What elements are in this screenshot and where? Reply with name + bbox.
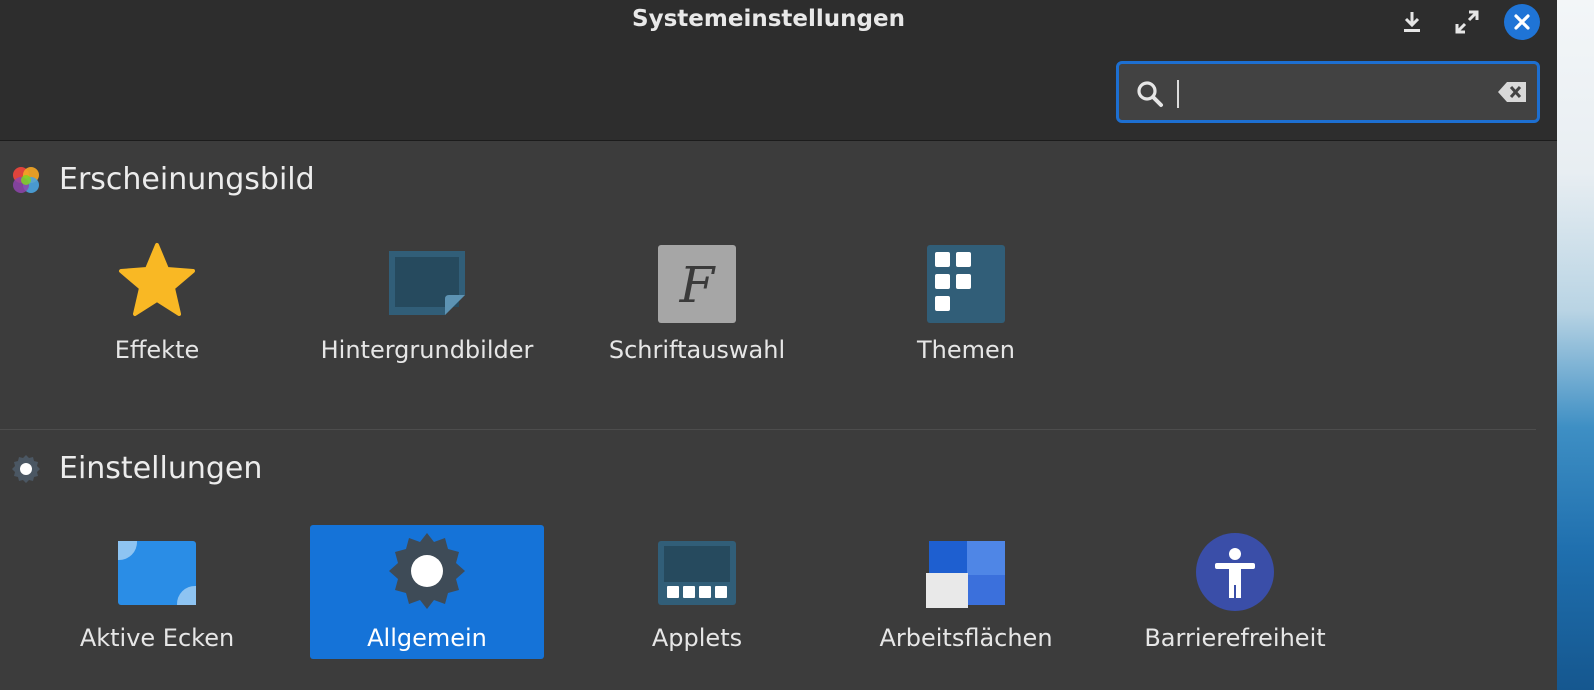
section-divider [0, 429, 1536, 430]
gear-icon [389, 533, 465, 609]
hot-corners-icon [118, 541, 196, 605]
accessibility-icon [1196, 533, 1274, 611]
item-label: Applets [651, 624, 743, 652]
item-label: Arbeitsflächen [879, 624, 1053, 652]
section-title-settings: Einstellungen [59, 451, 263, 486]
item-fonts[interactable]: F Schriftauswahl [580, 235, 814, 369]
item-label: Allgemein [367, 624, 487, 652]
clear-search-icon[interactable] [1497, 80, 1529, 104]
search-input[interactable] [1173, 76, 1473, 108]
settings-icon [12, 455, 40, 483]
item-applets[interactable]: Applets [580, 525, 814, 659]
wallpaper-icon [389, 251, 465, 315]
search-box[interactable] [1116, 61, 1540, 123]
item-hot-corners[interactable]: Aktive Ecken [40, 525, 274, 659]
close-icon [1514, 14, 1530, 30]
header-bar: Systemeinstellungen [0, 0, 1557, 141]
maximize-icon [1455, 10, 1479, 34]
item-label: Themen [917, 336, 1015, 364]
download-button[interactable] [1394, 4, 1430, 40]
item-accessibility[interactable]: Barrierefreiheit [1118, 525, 1352, 659]
themes-icon [927, 245, 1005, 323]
item-wallpapers[interactable]: Hintergrundbilder [310, 235, 544, 369]
settings-window: Systemeinstellungen Erscheinungsbild Eff… [0, 0, 1557, 690]
item-label: Aktive Ecken [79, 624, 235, 652]
download-icon [1404, 12, 1420, 32]
font-icon: F [658, 245, 736, 323]
applets-icon [658, 541, 736, 605]
item-label: Hintergrundbilder [320, 336, 534, 364]
item-general[interactable]: Allgemein [310, 525, 544, 659]
section-title-appearance: Erscheinungsbild [59, 162, 315, 197]
star-icon [119, 243, 195, 316]
appearance-icon [13, 167, 39, 193]
window-title: Systemeinstellungen [632, 6, 905, 32]
maximize-button[interactable] [1449, 4, 1485, 40]
close-button[interactable] [1504, 4, 1540, 40]
svg-text:F: F [679, 256, 717, 314]
item-themes[interactable]: Themen [849, 235, 1083, 369]
text-caret [1177, 80, 1179, 108]
item-label: Schriftauswahl [608, 336, 786, 364]
search-icon [1137, 81, 1163, 107]
item-workspaces[interactable]: Arbeitsflächen [849, 525, 1083, 659]
item-label: Effekte [114, 336, 200, 364]
item-effects[interactable]: Effekte [40, 235, 274, 369]
item-label: Barrierefreiheit [1144, 624, 1326, 652]
workspaces-icon [926, 541, 1005, 608]
desktop-background [1557, 0, 1594, 690]
